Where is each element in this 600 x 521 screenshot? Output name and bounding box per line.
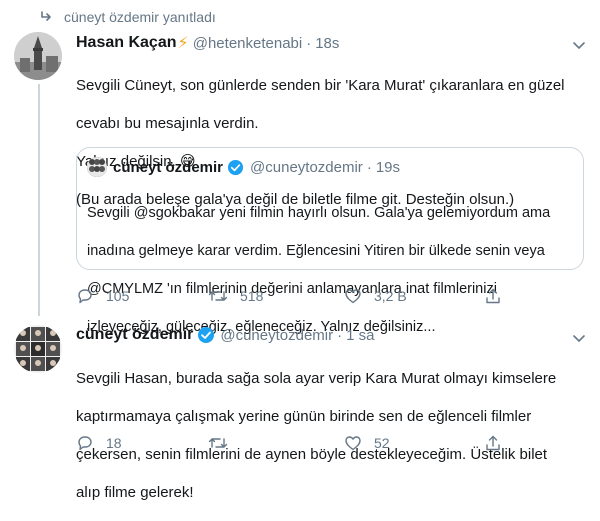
avatar-cuneyt[interactable] xyxy=(14,325,62,373)
quote-handle: @cuneytozdemir xyxy=(250,158,363,176)
portrait-grid-icon xyxy=(87,157,107,177)
tweet1-reply-button[interactable]: 105 xyxy=(76,287,129,305)
tweet1-author-name[interactable]: Hasan Kaçan xyxy=(76,34,177,52)
tweet2-dot: · xyxy=(337,326,343,344)
tweet1-retweet-button[interactable]: 518 xyxy=(208,287,263,305)
heart-icon xyxy=(345,289,361,304)
reply-retweet-icon xyxy=(41,11,51,21)
thread-connector-line xyxy=(38,84,40,316)
share-icon xyxy=(486,435,500,451)
lightning-emoji: ⚡ xyxy=(177,35,189,52)
tweet2-like-button[interactable]: 52 xyxy=(344,434,390,452)
tweet1-handle[interactable]: @hetenketenabi xyxy=(193,35,302,52)
tweet2-line: alıp filme gelerek! xyxy=(76,484,194,501)
tweet1-like-button[interactable]: 3,2 B xyxy=(344,287,407,305)
quote-dot: · xyxy=(366,158,372,176)
tweet2-author-name[interactable]: cüneyt özdemir xyxy=(76,326,193,344)
verified-badge-icon xyxy=(227,159,244,175)
tweet2-like-count: 52 xyxy=(374,435,390,451)
tweet2-time[interactable]: 1 sa xyxy=(346,327,374,344)
reply-context[interactable]: cüneyt özdemir yanıtladı xyxy=(40,9,216,25)
tweet1-line: cevabı bu mesajınla verdin. xyxy=(76,115,259,132)
retweet-icon xyxy=(208,291,228,301)
quote-header: cüneyt özdemir @cuneytozdemir · 19s xyxy=(87,157,400,177)
reply-icon xyxy=(78,289,92,304)
heart-icon xyxy=(345,436,361,451)
tweet2-header: cüneyt özdemir @cuneytozdemir · 1 sa xyxy=(76,326,375,344)
quoted-tweet-card[interactable]: cüneyt özdemir @cuneytozdemir · 19s Sevg… xyxy=(76,147,584,335)
verified-badge-icon xyxy=(198,327,215,343)
chevron-down-icon xyxy=(573,335,585,343)
tweet1-reply-count: 105 xyxy=(106,288,130,304)
quote-avatar xyxy=(87,157,107,177)
retweet-icon xyxy=(208,438,228,448)
avatar-hasan[interactable] xyxy=(14,32,62,80)
share-icon xyxy=(486,288,500,304)
tweet1-share-button[interactable] xyxy=(484,287,514,305)
tweet1-line: Sevgili Cüneyt, son günlerde senden bir … xyxy=(76,77,565,94)
tweet2-retweet-button[interactable] xyxy=(208,434,240,452)
quote-line: inadına gelmeye karar verdim. Eğlencesin… xyxy=(87,243,545,259)
quote-time: 19s xyxy=(375,158,400,176)
tweet1-more-button[interactable] xyxy=(572,38,586,56)
tweet1-dot: · xyxy=(306,34,312,52)
tweet2-more-button[interactable] xyxy=(572,331,586,349)
reply-context-label: cüneyt özdemir yanıtladı xyxy=(64,9,216,25)
tower-photo-icon xyxy=(14,32,62,80)
tweet1-retweet-count: 518 xyxy=(240,288,264,304)
chevron-down-icon xyxy=(573,42,585,50)
tweet1-header: Hasan Kaçan ⚡ @hetenketenabi · 18s xyxy=(76,33,339,53)
tweet1-time[interactable]: 18s xyxy=(315,35,339,52)
quote-author-name: cüneyt özdemir xyxy=(113,158,224,176)
reply-icon xyxy=(78,436,92,451)
tweet1-like-count: 3,2 B xyxy=(374,288,407,304)
quote-line: Sevgili @sgokbakar yeni filmin hayırlı o… xyxy=(87,205,551,221)
tweet2-line: kaptırmamaya çalışmak yerine günün birin… xyxy=(76,408,532,425)
tweet2-reply-count: 18 xyxy=(106,435,122,451)
tweet2-share-button[interactable] xyxy=(484,434,514,452)
tweet2-handle[interactable]: @cuneytozdemir xyxy=(220,327,333,344)
tweet2-line: Sevgili Hasan, burada sağa sola ayar ver… xyxy=(76,370,557,387)
portrait-grid-icon xyxy=(14,325,62,373)
tweet2-reply-button[interactable]: 18 xyxy=(76,434,122,452)
